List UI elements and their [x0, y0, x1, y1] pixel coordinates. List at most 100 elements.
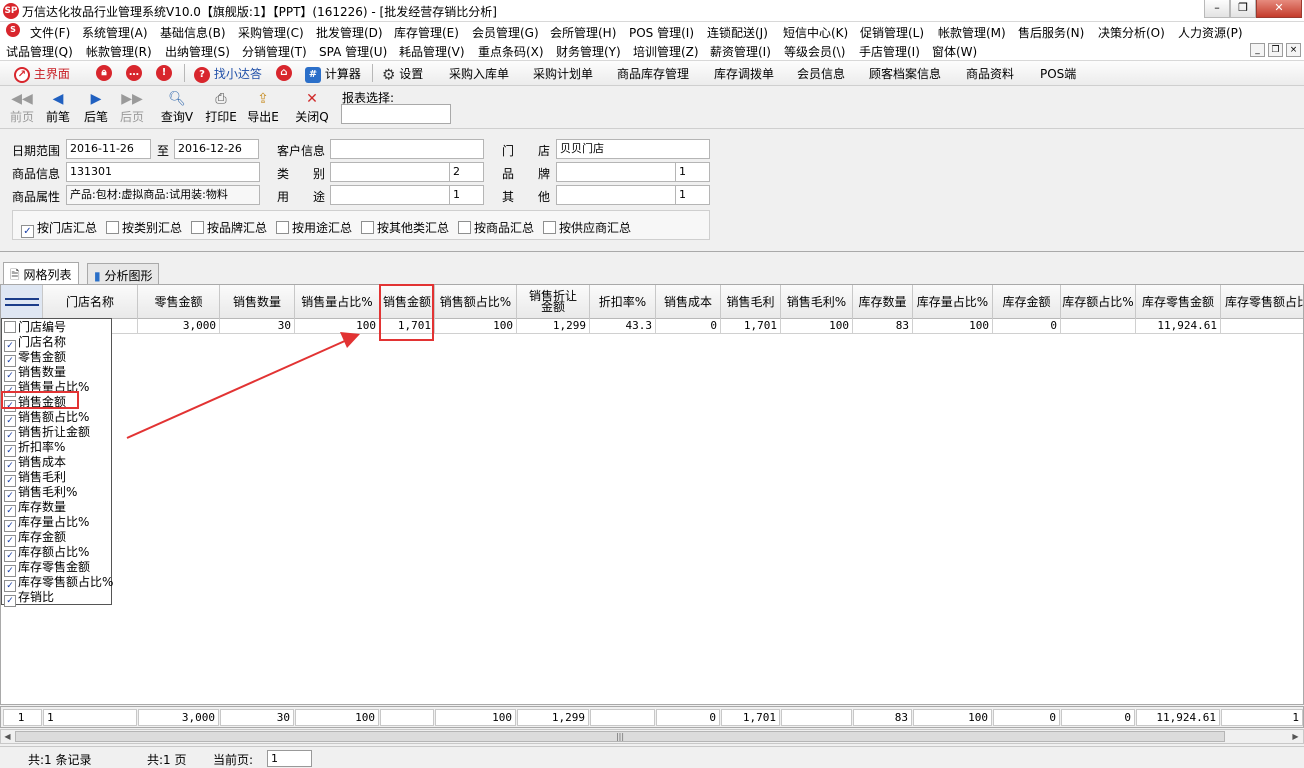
menu-item-wholesale[interactable]: 批发管理(D) [316, 24, 383, 41]
menu-item-key-barcode[interactable]: 重点条码(X) [478, 43, 544, 60]
current-page-input[interactable]: 1 [267, 750, 312, 767]
quick-link-pos[interactable]: POS端 [1040, 65, 1076, 82]
column-chooser-toggle[interactable] [1, 285, 43, 319]
column-option[interactable]: ✓ 销售数量 [4, 365, 66, 382]
lock-button[interactable]: 🔒︎ [96, 65, 112, 81]
cell-sales-qty-pct[interactable]: 100 [295, 319, 380, 334]
menu-item-purchase[interactable]: 采购管理(C) [238, 24, 304, 41]
cell-sales-qty[interactable]: 30 [220, 319, 295, 334]
col-header-store-name[interactable]: 门店名称 [43, 285, 138, 319]
menu-item-after-sales[interactable]: 售后服务(N) [1018, 24, 1084, 41]
column-option-checkbox[interactable]: ✓ [4, 595, 16, 607]
menu-item-basic-info[interactable]: 基础信息(B) [160, 24, 226, 41]
menu-item-accounts-2[interactable]: 帐款管理(R) [86, 43, 152, 60]
group-by-usage-checkbox[interactable]: 按用途汇总 [276, 219, 352, 236]
usage-count[interactable]: 1 [449, 185, 484, 205]
column-option[interactable]: ✓ 库存额占比% [4, 545, 89, 562]
menu-item-sms[interactable]: 短信中心(K) [783, 24, 848, 41]
find-helper-button[interactable]: ? 找小达答 [194, 65, 262, 83]
quick-link-product-data[interactable]: 商品资料 [966, 65, 1014, 82]
column-option[interactable]: ✓ 库存数量 [4, 500, 66, 517]
column-option[interactable]: ✓ 库存零售金额 [4, 560, 90, 577]
cell-stock-amount[interactable]: 0 [993, 319, 1061, 334]
column-option[interactable]: ✓ 存销比 [4, 590, 54, 607]
settings-button[interactable]: ⚙ 设置 [382, 65, 423, 84]
mdi-close-button[interactable]: × [1286, 43, 1301, 57]
home-button[interactable]: ↗ 主界面 [14, 65, 70, 83]
menu-item-accounts[interactable]: 帐款管理(M) [938, 24, 1006, 41]
next-record-button[interactable]: ▶ 后笔 [76, 90, 116, 125]
column-option[interactable]: ✓ 零售金额 [4, 350, 66, 367]
cell-sales-amount-pct[interactable]: 100 [435, 319, 517, 334]
date-from-input[interactable]: 2016-11-26 [66, 139, 151, 159]
cell-stock-qty-pct[interactable]: 100 [913, 319, 993, 334]
cell-stock-retail-amount[interactable]: 11,924.61 [1136, 319, 1221, 334]
col-header-stock-qty[interactable]: 库存数量 [853, 285, 913, 319]
col-header-gross-profit[interactable]: 销售毛利 [721, 285, 781, 319]
column-option[interactable]: ✓ 销售毛利 [4, 470, 66, 487]
col-header-sales-cost[interactable]: 销售成本 [656, 285, 721, 319]
column-option-checkbox[interactable] [4, 321, 16, 333]
column-option[interactable]: 门店编号 [4, 320, 66, 335]
close-form-button[interactable]: ✕ 关闭Q [292, 90, 332, 125]
col-header-discount-rate[interactable]: 折扣率% [590, 285, 656, 319]
cell-discount-rate[interactable]: 43.3 [590, 319, 656, 334]
quick-link-member-info[interactable]: 会员信息 [797, 65, 845, 82]
tab-grid-list[interactable]: 🗎 网格列表 [3, 262, 79, 285]
minimize-button[interactable]: – [1204, 0, 1230, 18]
app-menu-icon[interactable]: S [6, 23, 20, 37]
group-by-product-checkbox[interactable]: 按商品汇总 [458, 219, 534, 236]
group-by-category-checkbox[interactable]: 按类别汇总 [106, 219, 182, 236]
menu-item-store[interactable]: 手店管理(I) [859, 43, 920, 60]
menu-item-spa[interactable]: SPA 管理(U) [319, 43, 387, 60]
col-header-sales-amount-pct[interactable]: 销售额占比% [435, 285, 517, 319]
menu-item-decision[interactable]: 决策分析(O) [1098, 24, 1165, 41]
menu-item-hr[interactable]: 人力资源(P) [1178, 24, 1243, 41]
quick-link-transfer[interactable]: 库存调拨单 [714, 65, 774, 82]
mdi-restore-button[interactable]: ❐ [1268, 43, 1283, 57]
print-button[interactable]: ⎙ 打印E [201, 90, 241, 125]
product-input[interactable]: 131301 [66, 162, 260, 182]
column-option[interactable]: ✓ 折扣率% [4, 440, 65, 457]
menu-item-trial[interactable]: 试品管理(Q) [6, 43, 73, 60]
table-row[interactable]: 3,000 30 100 1,701 100 1,299 43.3 0 1,70… [1, 319, 1303, 334]
other-input[interactable] [556, 185, 676, 205]
first-page-button[interactable]: ◀◀ 前页 [2, 90, 42, 125]
menu-item-promotion[interactable]: 促销管理(L) [860, 24, 924, 41]
group-by-brand-checkbox[interactable]: 按品牌汇总 [191, 219, 267, 236]
col-header-sales-qty-pct[interactable]: 销售量占比% [295, 285, 380, 319]
report-select-input[interactable] [341, 104, 451, 124]
group-by-store-checkbox[interactable]: ✓ 按门店汇总 [21, 219, 97, 238]
menu-item-salary[interactable]: 薪资管理(I) [710, 43, 771, 60]
group-by-supplier-checkbox[interactable]: 按供应商汇总 [543, 219, 631, 236]
column-option[interactable]: ✓ 库存零售额占比% [4, 575, 113, 592]
query-button[interactable]: 🔍︎ 查询V [157, 90, 197, 125]
date-to-input[interactable]: 2016-12-26 [174, 139, 259, 159]
cell-discount-amount[interactable]: 1,299 [517, 319, 590, 334]
menu-item-file[interactable]: 文件(F) [30, 24, 70, 41]
menu-item-cashier[interactable]: 出纳管理(S) [165, 43, 230, 60]
store-input[interactable]: 贝贝门店 [556, 139, 710, 159]
quick-link-customer-file[interactable]: 顾客档案信息 [869, 65, 941, 82]
menu-item-club[interactable]: 会所管理(H) [550, 24, 616, 41]
col-header-gross-profit-pct[interactable]: 销售毛利% [781, 285, 853, 319]
menu-item-member[interactable]: 会员管理(G) [472, 24, 539, 41]
col-header-sales-qty[interactable]: 销售数量 [220, 285, 295, 319]
scrollbar-thumb[interactable]: ||| [15, 731, 1225, 742]
usage-input[interactable] [330, 185, 450, 205]
menu-item-pos[interactable]: POS 管理(I) [629, 24, 694, 41]
brand-input[interactable] [556, 162, 676, 182]
restore-button[interactable]: ❐ [1230, 0, 1256, 18]
scroll-left-icon[interactable]: ◀ [1, 730, 14, 743]
tab-analysis-chart[interactable]: ▮ 分析图形 [87, 263, 160, 285]
cell-gross-profit[interactable]: 1,701 [721, 319, 781, 334]
calculator-button[interactable]: # 计算器 [305, 65, 361, 83]
column-option[interactable]: ✓ 销售毛利% [4, 485, 77, 502]
menu-item-system[interactable]: 系统管理(A) [82, 24, 148, 41]
hint-button[interactable]: ! [156, 65, 172, 81]
quick-link-purchase-in[interactable]: 采购入库单 [449, 65, 509, 82]
quick-link-stock-manage[interactable]: 商品库存管理 [617, 65, 689, 82]
menu-item-level-member[interactable]: 等级会员(\) [784, 43, 845, 60]
col-header-retail-amount[interactable]: 零售金额 [138, 285, 220, 319]
close-window-button[interactable]: ✕ [1256, 0, 1302, 18]
